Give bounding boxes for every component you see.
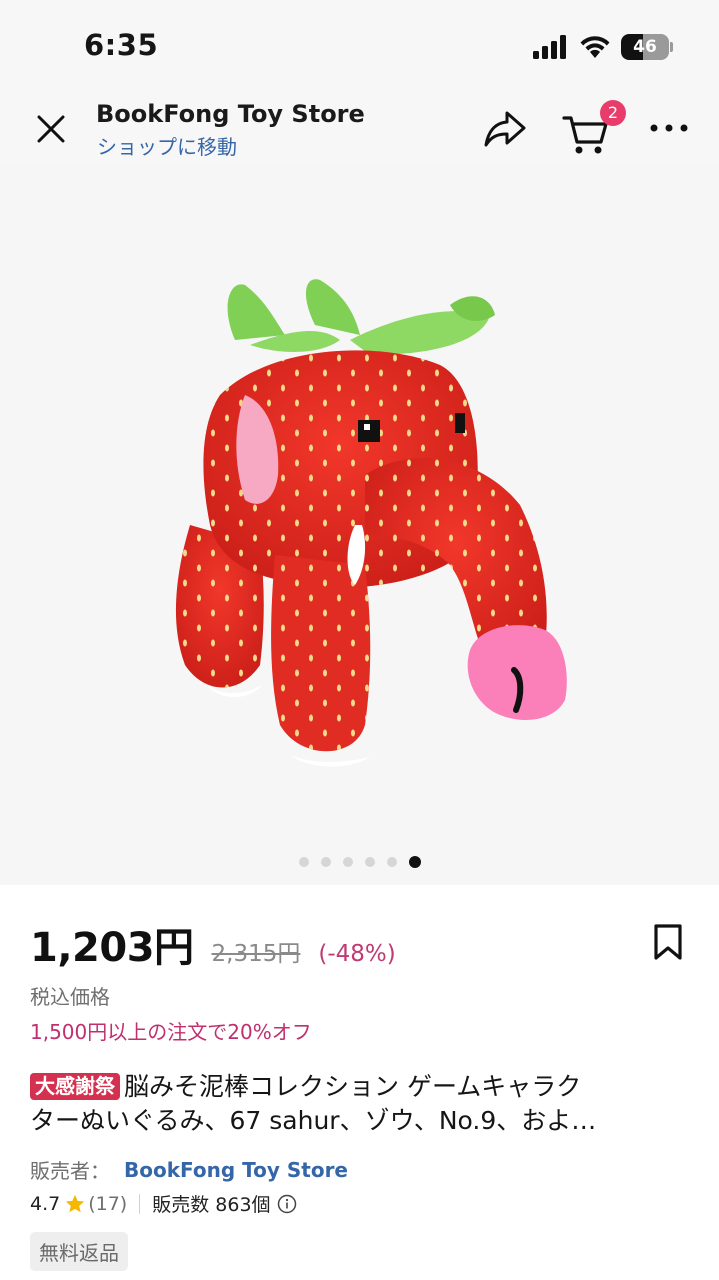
title-text-1: 脳みそ泥棒コレクション ゲームキャラク <box>124 1072 582 1101</box>
battery-icon: 46 <box>621 34 673 60</box>
bookmark-button[interactable] <box>652 923 688 963</box>
battery-level: 46 <box>633 37 657 57</box>
star-icon <box>66 1194 85 1212</box>
seller-row: 販売者： BookFong Toy Store <box>30 1155 348 1184</box>
info-icon[interactable] <box>277 1194 297 1214</box>
gallery-dot[interactable] <box>298 857 309 867</box>
cart-button[interactable]: 2 <box>560 100 626 156</box>
rating-count: (17) <box>88 1192 128 1215</box>
bookmark-icon <box>654 924 682 960</box>
gallery-dot[interactable] <box>364 857 375 867</box>
tax-included-label: 税込価格 <box>30 985 110 1009</box>
status-time: 6:35 <box>84 28 159 62</box>
title-line-2: ターぬいぐるみ、67 sahur、ゾウ、No.9、およ… <box>30 1106 597 1135</box>
gallery-dot[interactable] <box>408 856 421 868</box>
gallery-dot[interactable] <box>342 857 353 867</box>
more-icon <box>650 124 688 132</box>
cellular-signal-icon <box>533 35 566 59</box>
status-bar: 6:35 46 <box>0 0 719 90</box>
rating-value: 4.7 <box>30 1192 61 1215</box>
rating-row[interactable]: 4.7 (17) 販売数 863個 <box>30 1190 297 1217</box>
seller-label: 販売者： <box>30 1159 110 1183</box>
divider <box>139 1193 141 1214</box>
gallery-pagination[interactable] <box>0 856 719 868</box>
original-price: 2,315円 <box>211 941 301 967</box>
close-button[interactable] <box>28 106 74 152</box>
share-button[interactable] <box>480 104 530 154</box>
promo-text[interactable]: 1,500円以上の注文で20%オフ <box>30 1016 312 1045</box>
cart-count-badge: 2 <box>600 100 626 126</box>
close-icon <box>37 115 65 143</box>
product-image-gallery[interactable] <box>0 165 719 885</box>
product-title: 大感謝祭 脳みそ泥棒コレクション ゲームキャラク ターぬいぐるみ、67 sahur… <box>30 1070 690 1138</box>
go-to-shop-link[interactable]: ショップに移動 <box>97 131 237 160</box>
share-icon <box>484 111 526 147</box>
current-price: 1,203円 <box>30 925 194 971</box>
status-icons: 46 <box>533 32 673 62</box>
product-info: 1,203円 2,315円 (-48%) 税込価格 1,500円以上の注文で20… <box>0 885 719 1280</box>
gallery-dot[interactable] <box>386 857 397 867</box>
store-name[interactable]: BookFong Toy Store <box>96 100 365 128</box>
gallery-dot[interactable] <box>320 857 331 867</box>
discount-percent: (-48%) <box>318 941 396 967</box>
sold-count: 販売数 863個 <box>152 1194 271 1216</box>
more-options-button[interactable] <box>644 108 694 148</box>
campaign-tag: 大感謝祭 <box>30 1073 120 1100</box>
product-photo-strawberry-elephant-plush <box>175 279 567 767</box>
seller-name-link[interactable]: BookFong Toy Store <box>124 1158 348 1182</box>
price-row: 1,203円 2,315円 (-48%) <box>30 915 396 973</box>
free-return-badge: 無料返品 <box>30 1232 128 1271</box>
wifi-icon <box>580 36 610 58</box>
top-nav: BookFong Toy Store ショップに移動 2 <box>0 90 719 165</box>
title-line-1: 大感謝祭 脳みそ泥棒コレクション ゲームキャラク <box>30 1070 690 1104</box>
